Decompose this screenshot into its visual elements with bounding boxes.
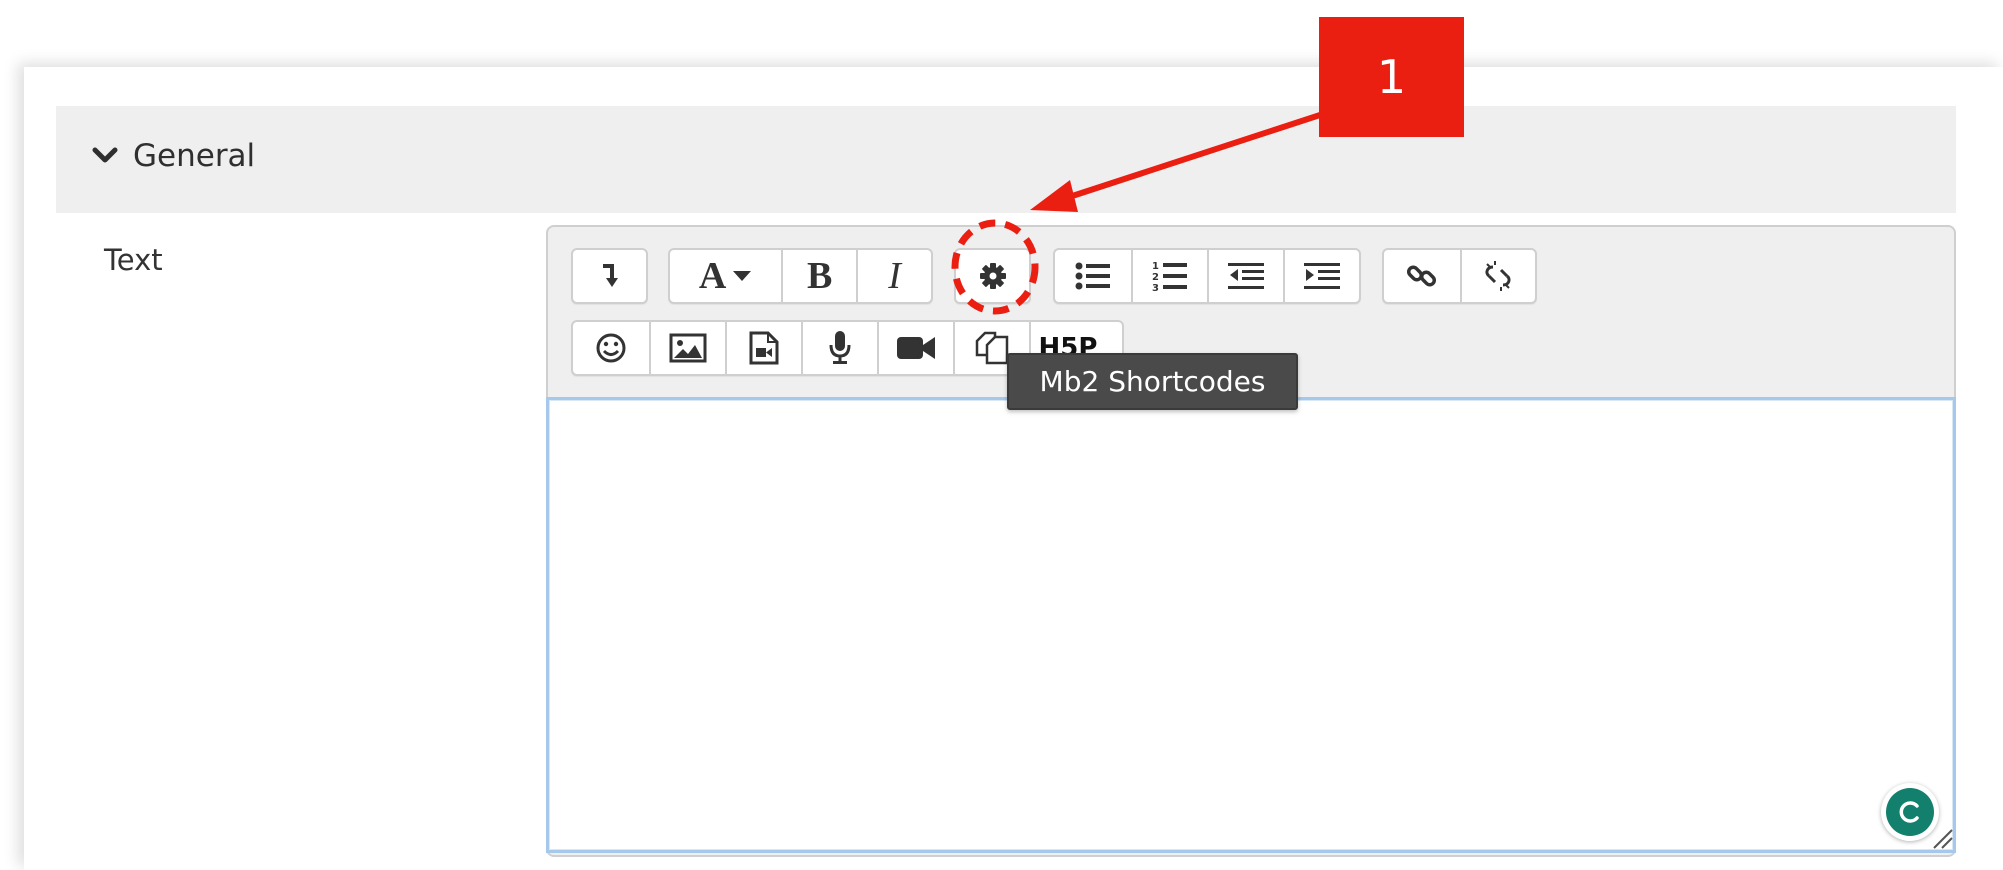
resize-handle-icon[interactable] (1930, 826, 1954, 850)
grammarly-icon (1886, 788, 1934, 836)
highlight-circle (951, 219, 1039, 315)
arrow-head-icon (1030, 180, 1078, 212)
annotation-arrow (1059, 112, 1321, 203)
annotation-overlay (951, 112, 1321, 315)
